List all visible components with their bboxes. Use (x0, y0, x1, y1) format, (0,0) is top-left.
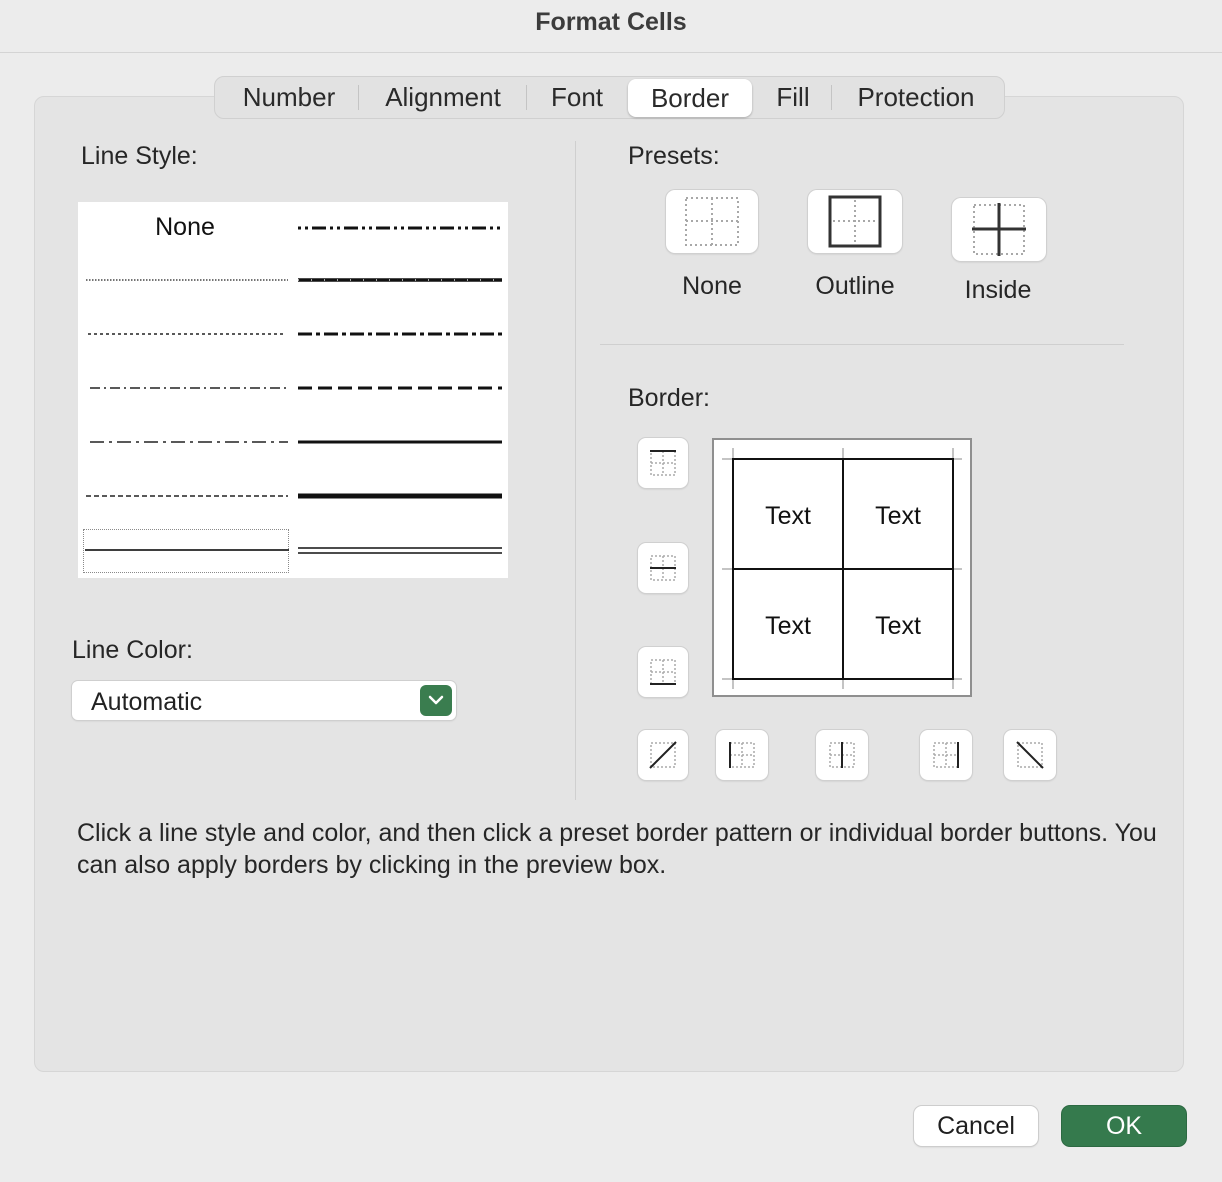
preview-cell-text: Text (875, 502, 921, 530)
tab-alignment[interactable]: Alignment (370, 76, 516, 119)
tab-separator (831, 85, 832, 110)
cancel-button[interactable]: Cancel (914, 1106, 1038, 1146)
window-title: Format Cells (535, 8, 687, 36)
border-preview[interactable]: Text Text Text Text (712, 438, 972, 697)
line-color-label: Line Color: (72, 636, 193, 664)
line-style-label: Line Style: (81, 142, 198, 170)
tab-font[interactable]: Font (536, 76, 618, 119)
preview-cell-text: Text (765, 612, 811, 640)
horizontal-divider (600, 344, 1124, 345)
presets-label: Presets: (628, 142, 720, 170)
border-inside-vertical-icon (829, 742, 855, 768)
diagonal-up-icon (649, 741, 677, 769)
border-top-icon (650, 450, 676, 476)
preset-outline-button[interactable] (808, 190, 902, 253)
tab-separator (526, 85, 527, 110)
line-color-value: Automatic (91, 688, 203, 716)
tab-separator (358, 85, 359, 110)
border-left-icon (729, 742, 755, 768)
border-bottom-icon (650, 659, 676, 685)
border-inside-vertical-button[interactable] (816, 730, 868, 780)
tab-number[interactable]: Number (230, 76, 348, 119)
ok-button[interactable]: OK (1062, 1106, 1186, 1146)
tab-fill[interactable]: Fill (762, 76, 824, 119)
diagonal-down-icon (1016, 741, 1044, 769)
preset-none-label: None (682, 272, 742, 300)
line-style-swatches[interactable] (78, 202, 508, 578)
preset-inside-button[interactable] (952, 198, 1046, 261)
preset-none-icon (685, 197, 739, 246)
preview-cell-text: Text (765, 502, 811, 530)
preset-none-button[interactable] (666, 190, 758, 253)
line-style-double[interactable] (298, 547, 502, 554)
tab-border[interactable]: Border (628, 79, 752, 117)
instructions-text: Click a line style and color, and then c… (77, 819, 1157, 879)
border-inside-horizontal-button[interactable] (638, 543, 688, 593)
border-right-icon (933, 742, 959, 768)
preset-inside-icon (972, 203, 1026, 256)
preset-outline-label: Outline (815, 272, 895, 300)
chevron-down-icon[interactable] (420, 685, 452, 716)
vertical-divider (575, 141, 576, 800)
border-top-button[interactable] (638, 438, 688, 488)
preview-cell-text: Text (875, 612, 921, 640)
border-left-button[interactable] (716, 730, 768, 780)
tab-protection[interactable]: Protection (840, 76, 992, 119)
border-preview-grid (722, 448, 962, 689)
preset-outline-icon (828, 195, 882, 248)
border-label: Border: (628, 384, 710, 412)
border-diagonal-down-button[interactable] (1004, 730, 1056, 780)
border-right-button[interactable] (920, 730, 972, 780)
border-inside-horizontal-icon (650, 555, 676, 581)
border-diagonal-up-button[interactable] (638, 730, 688, 780)
preset-inside-label: Inside (964, 276, 1032, 304)
border-bottom-button[interactable] (638, 647, 688, 697)
